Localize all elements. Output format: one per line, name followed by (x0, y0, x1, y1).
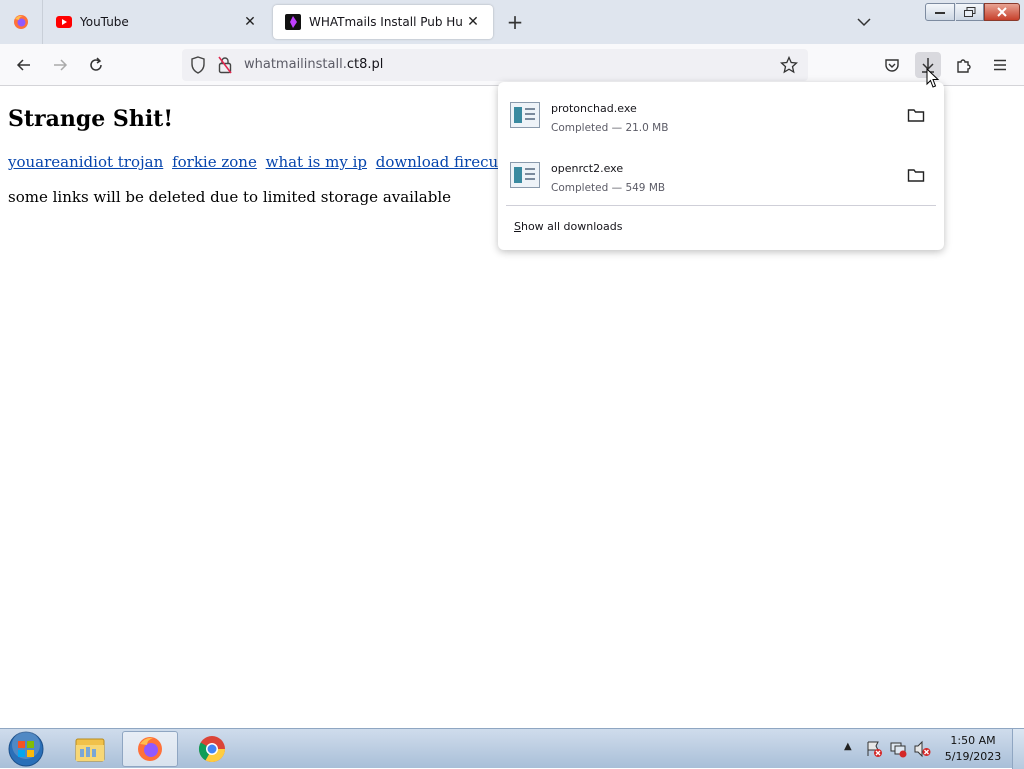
reload-button[interactable] (83, 52, 109, 78)
windows-orb-icon (8, 731, 44, 767)
forward-button[interactable] (47, 52, 73, 78)
forward-arrow-icon (54, 59, 68, 71)
folder-explorer-icon (75, 738, 105, 762)
show-in-folder-button[interactable] (906, 165, 926, 185)
folder-icon (907, 109, 925, 122)
url-text: whatmailinstall.ct8.pl (244, 57, 383, 72)
new-tab-button[interactable]: + (503, 10, 527, 34)
back-arrow-icon (16, 59, 30, 71)
show-desktop-button[interactable] (1012, 729, 1024, 769)
tab-whatmails[interactable]: WHATmails Install Pub Hub ✕ (273, 5, 493, 39)
download-item[interactable]: openrct2.exe Completed — 549 MB (506, 148, 936, 202)
minimize-button[interactable] (925, 3, 955, 21)
pocket-button[interactable] (879, 52, 905, 78)
show-all-label: how all downloads (520, 220, 623, 233)
hamburger-menu-icon (994, 59, 1006, 71)
restore-button[interactable] (956, 3, 984, 21)
show-all-downloads-button[interactable]: Show all downloads (514, 220, 622, 233)
action-center-flag-icon[interactable] (865, 740, 883, 758)
chevron-down-icon (857, 18, 871, 27)
firefox-view-button[interactable] (0, 0, 43, 44)
plus-icon: + (506, 10, 524, 34)
start-button[interactable] (6, 731, 46, 767)
bookmark-star-icon[interactable] (779, 55, 799, 78)
tab-title: WHATmails Install Pub Hub (309, 15, 463, 29)
minimize-icon (935, 12, 945, 14)
address-bar[interactable]: whatmailinstall.ct8.pl (182, 49, 808, 81)
close-icon (997, 7, 1007, 17)
url-domain: ct8.pl (346, 57, 384, 72)
site-icon (285, 14, 301, 30)
close-window-button[interactable] (984, 3, 1020, 21)
navigation-toolbar: whatmailinstall.ct8.pl (0, 44, 1024, 86)
close-tab-icon[interactable]: ✕ (463, 12, 483, 32)
download-status: Completed — 21.0 MB (551, 122, 669, 134)
reload-icon (90, 57, 102, 71)
puzzle-piece-icon (957, 59, 971, 73)
network-icon[interactable] (889, 740, 907, 758)
tab-strip: YouTube ✕ WHATmails Install Pub Hub ✕ + (0, 0, 1024, 44)
volume-muted-icon[interactable] (913, 740, 931, 758)
back-button[interactable] (11, 52, 37, 78)
firefox-icon (138, 737, 162, 761)
chrome-icon (198, 736, 226, 763)
storage-note: some links will be deleted due to limite… (8, 188, 451, 206)
download-status: Completed — 549 MB (551, 182, 666, 194)
taskbar-chrome-button[interactable] (184, 731, 240, 767)
system-clock[interactable]: 1:50 AM 5/19/2023 (942, 733, 1004, 765)
pocket-icon (885, 59, 899, 72)
downloads-panel: protonchad.exe Completed — 21.0 MB openr… (498, 82, 944, 250)
folder-icon (907, 169, 925, 182)
taskbar: ▲ 1:50 AM 5/19/2023 (0, 728, 1024, 769)
download-filename: openrct2.exe (551, 162, 624, 175)
clock-time: 1:50 AM (950, 734, 996, 747)
tab-youtube[interactable]: YouTube ✕ (44, 5, 270, 39)
link-download-firecum-x64[interactable]: download firecum x64 (376, 153, 498, 171)
download-filename: protonchad.exe (551, 102, 637, 115)
app-menu-button[interactable] (987, 52, 1013, 78)
divider (506, 205, 936, 206)
taskbar-explorer-button[interactable] (62, 731, 118, 767)
download-item[interactable]: protonchad.exe Completed — 21.0 MB (506, 88, 936, 142)
firefox-icon (14, 15, 28, 29)
show-hidden-icons-button[interactable]: ▲ (844, 741, 852, 752)
tracking-protection-shield-icon[interactable] (190, 56, 206, 78)
executable-file-icon (510, 102, 540, 128)
link-forkie-zone[interactable]: forkie zone (172, 153, 257, 171)
insecure-lock-icon[interactable] (218, 56, 232, 78)
youtube-icon (56, 14, 72, 30)
clock-date: 5/19/2023 (944, 750, 1002, 763)
restore-icon (963, 7, 975, 17)
executable-file-icon (510, 162, 540, 188)
tab-title: YouTube (80, 15, 129, 29)
link-row: youareanidiot trojan forkie zone what is… (8, 153, 498, 171)
link-youareanidiot-trojan[interactable]: youareanidiot trojan (8, 153, 163, 171)
url-prefix: whatmailinstall. (244, 57, 347, 72)
accesskey-letter: S (514, 220, 521, 233)
mouse-cursor-icon (926, 68, 940, 88)
page-heading: Strange Shit! (8, 106, 173, 132)
close-tab-icon[interactable]: ✕ (240, 12, 260, 32)
show-in-folder-button[interactable] (906, 105, 926, 125)
link-what-is-my-ip[interactable]: what is my ip (266, 153, 367, 171)
extensions-button[interactable] (951, 52, 977, 78)
taskbar-firefox-button[interactable] (122, 731, 178, 767)
list-all-tabs-button[interactable] (852, 10, 876, 34)
